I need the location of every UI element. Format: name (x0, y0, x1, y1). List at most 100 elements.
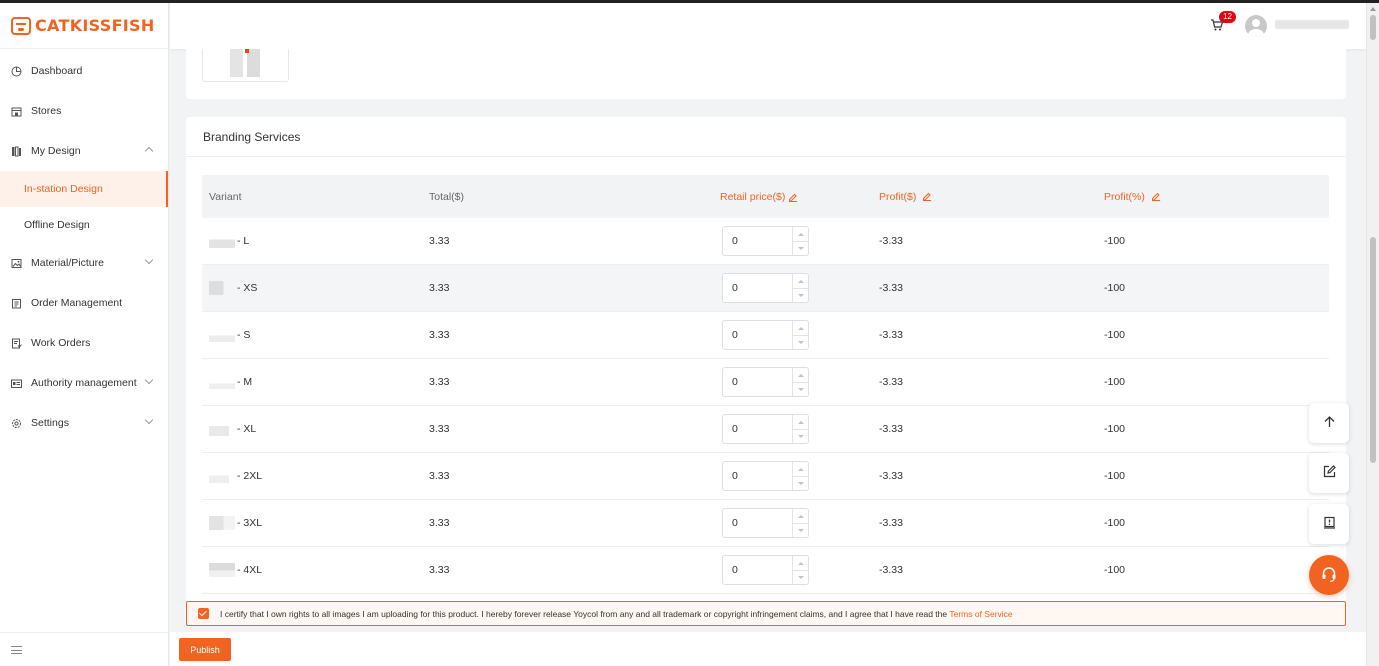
retail-price-input[interactable]: 0 (722, 273, 809, 303)
certify-text: I certify that I own rights to all image… (220, 609, 1013, 619)
sidebar-item-label: Authority management (31, 377, 137, 389)
sidebar-subitem-offline-design[interactable]: Offline Design (0, 207, 168, 243)
customer-support-button[interactable] (1309, 555, 1349, 595)
col-variant: Variant (209, 190, 242, 203)
variant-name: - M (237, 376, 253, 388)
chevron-down-icon (144, 375, 154, 385)
sidebar-item-material-picture[interactable]: Material/Picture (0, 243, 168, 283)
profit-usd-value: -3.33 (879, 376, 903, 388)
table-row: - 3XL 3.33 0 -3.33 -100 (202, 500, 1329, 547)
arrow-up-icon (1323, 415, 1336, 431)
page-scrollbar[interactable] (1366, 3, 1379, 666)
retail-price-input[interactable]: 0 (722, 414, 809, 444)
pants-image (230, 49, 260, 77)
table-row: - S 3.33 0 -3.33 -100 (202, 312, 1329, 359)
sidebar-item-work-orders[interactable]: Work Orders (0, 323, 168, 363)
sidebar-item-my-design[interactable]: My Design (0, 131, 168, 171)
scroll-up-arrow-icon[interactable] (1370, 7, 1376, 11)
increment-button[interactable] (793, 415, 808, 429)
edit-pencil-icon[interactable] (922, 191, 932, 201)
sidebar-item-settings[interactable]: Settings (0, 403, 168, 443)
publish-button[interactable]: Publish (179, 638, 231, 661)
terms-of-service-link[interactable]: Terms of Service (949, 609, 1012, 619)
profit-pct-value: -100 (1104, 282, 1126, 294)
profit-usd-value: -3.33 (879, 282, 903, 294)
increment-button[interactable] (793, 227, 808, 241)
retail-price-value: 0 (732, 517, 738, 529)
sidebar-item-dashboard[interactable]: Dashboard (0, 51, 168, 91)
sidebar-subitem-in-station-design[interactable]: In-station Design (0, 171, 168, 207)
edit-pencil-icon[interactable] (1151, 191, 1161, 201)
variant-color-swatch (209, 563, 235, 577)
profit-usd-value: -3.33 (879, 564, 903, 576)
variant-color-swatch (209, 516, 235, 530)
col-profit-pct-label: Profit(%) (1104, 190, 1145, 203)
total-value: 3.33 (429, 329, 450, 341)
decrement-button[interactable] (793, 382, 808, 396)
brand-logo[interactable]: CATKISSFISH (0, 3, 168, 49)
username-redacted[interactable] (1275, 20, 1349, 29)
back-to-top-button[interactable] (1309, 403, 1349, 443)
total-value: 3.33 (429, 235, 450, 247)
sidebar-item-label: Order Management (31, 297, 123, 309)
certify-agreement: I certify that I own rights to all image… (186, 601, 1346, 626)
edit-pencil-icon[interactable] (788, 192, 798, 202)
sidebar-item-authority-management[interactable]: Authority management (0, 363, 168, 403)
chevron-down-icon (144, 415, 154, 425)
top-header: 12 (170, 3, 1366, 49)
avatar[interactable] (1245, 15, 1267, 37)
increment-button[interactable] (793, 274, 808, 288)
product-image-card (186, 49, 1346, 99)
scrollbar-thumb[interactable] (1370, 237, 1376, 463)
col-profit-pct[interactable]: Profit(%) (1104, 191, 1329, 203)
decrement-button[interactable] (793, 570, 808, 584)
menu-collapse-icon (11, 645, 22, 654)
retail-price-input[interactable]: 0 (722, 320, 809, 350)
chevron-down-icon (144, 255, 154, 265)
variant-name: - XL (237, 423, 257, 435)
decrement-button[interactable] (793, 335, 808, 349)
increment-button[interactable] (793, 556, 808, 570)
decrement-button[interactable] (793, 241, 808, 255)
retail-price-input[interactable]: 0 (722, 226, 809, 256)
total-value: 3.33 (429, 376, 450, 388)
table-row: - M 3.33 0 -3.33 -100 (202, 359, 1329, 406)
branding-services-card: Branding Services Variant Total($) Retai… (186, 117, 1346, 607)
headset-icon (1320, 565, 1338, 586)
increment-button[interactable] (793, 321, 808, 335)
decrement-button[interactable] (793, 288, 808, 302)
sidebar-collapse-toggle[interactable] (0, 632, 168, 666)
col-profit-usd[interactable]: Profit($) (879, 191, 1104, 203)
variant-color-swatch (209, 328, 235, 342)
increment-button[interactable] (793, 462, 808, 476)
sidebar: CATKISSFISH Dashboard Stores My Design I… (0, 3, 169, 666)
certify-statement: I certify that I own rights to all image… (220, 608, 950, 619)
id-card-icon (11, 378, 22, 389)
retail-price-input[interactable]: 0 (722, 461, 809, 491)
profit-pct-value: -100 (1104, 235, 1126, 247)
retail-price-input[interactable]: 0 (722, 508, 809, 538)
sidebar-item-stores[interactable]: Stores (0, 91, 168, 131)
product-thumbnail[interactable] (202, 49, 289, 82)
chevron-up-icon (144, 146, 154, 156)
decrement-button[interactable] (793, 523, 808, 537)
variant-name: - S (237, 329, 251, 341)
sidebar-item-label: Stores (31, 105, 62, 117)
decrement-button[interactable] (793, 429, 808, 443)
increment-button[interactable] (793, 368, 808, 382)
decrement-button[interactable] (793, 476, 808, 490)
retail-price-value: 0 (732, 423, 738, 435)
col-retail-price[interactable]: Retail price($) (720, 191, 879, 203)
notice-board-icon (1323, 516, 1336, 532)
notice-button[interactable] (1309, 504, 1349, 544)
retail-price-input[interactable]: 0 (722, 367, 809, 397)
variant-color-swatch (209, 469, 229, 483)
edit-button[interactable] (1309, 453, 1349, 493)
sidebar-item-order-management[interactable]: Order Management (0, 283, 168, 323)
retail-price-input[interactable]: 0 (722, 555, 809, 585)
increment-button[interactable] (793, 509, 808, 523)
total-value: 3.33 (429, 470, 450, 482)
col-profit-usd-label: Profit($) (879, 190, 917, 203)
certify-checkbox[interactable] (198, 608, 209, 619)
col-retail-price-label: Retail price($) (720, 190, 786, 203)
